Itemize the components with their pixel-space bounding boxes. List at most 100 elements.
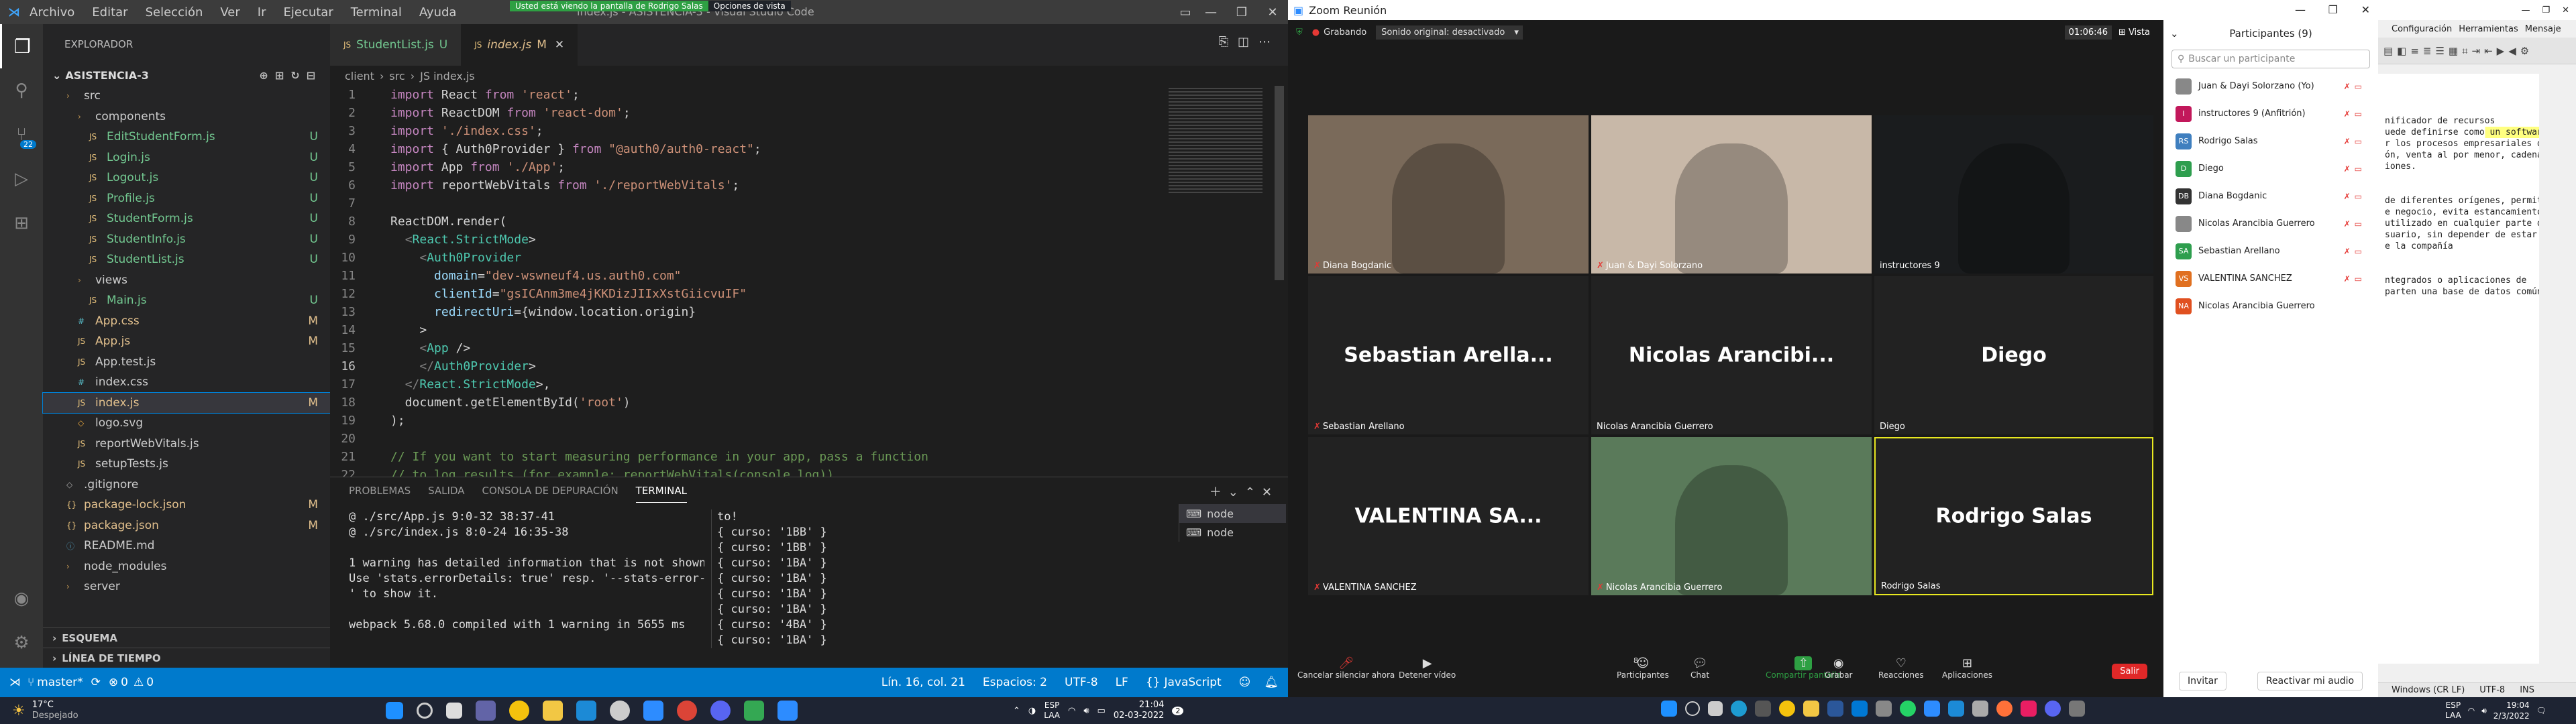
vscode-taskbar-icon[interactable] (576, 701, 596, 721)
explorer-icon[interactable] (1803, 701, 1819, 717)
app-icon[interactable] (2069, 701, 2085, 717)
chrome-icon[interactable] (677, 701, 697, 721)
status-language[interactable]: JavaScript (1164, 676, 1221, 689)
status-branch[interactable]: master* (37, 676, 83, 689)
tray-chevron-icon[interactable]: ⌃ (1013, 706, 1020, 716)
video-tile[interactable]: instructores 9 (1874, 115, 2153, 274)
code-view[interactable]: 1 import React from 'react'; 2 import React… (330, 86, 1169, 477)
app-icon[interactable] (610, 701, 630, 721)
menu-3[interactable]: Ver (220, 5, 239, 19)
control-mute[interactable]: 🎤︎ Cancelar silenciar ahora (1297, 656, 1395, 680)
video-tile[interactable]: Rodrigo Salas Rodrigo Salas (1874, 437, 2153, 595)
task-view-icon[interactable] (1708, 701, 1723, 716)
task-view-icon[interactable] (446, 703, 462, 719)
menu-1[interactable]: Editar (92, 5, 127, 19)
wifi-icon[interactable]: ◠ (2468, 706, 2475, 715)
shield-icon[interactable]: ⛨ (1296, 27, 1303, 38)
doc-menu-item[interactable]: Herramientas (2459, 24, 2518, 34)
tray-app-icon[interactable]: ◑ (1028, 706, 1036, 716)
sync-icon[interactable]: ⟳ (91, 676, 101, 689)
teams-icon[interactable] (476, 701, 496, 721)
tree-item[interactable]: JS index.js M (42, 391, 331, 414)
tree-item[interactable]: # index.css (43, 372, 330, 393)
panel-tab[interactable]: CONSOLA DE DEPURACIÓN (482, 479, 619, 502)
video-off-icon[interactable]: ▭ (2355, 274, 2366, 284)
discord-icon[interactable] (710, 701, 731, 721)
video-tile[interactable]: ✗ Diana Bogdanic (1308, 115, 1589, 274)
video-tile[interactable]: Diego Diego (1874, 276, 2153, 434)
notification-icon[interactable]: 2 (1172, 706, 1184, 715)
tree-item[interactable]: JS Login.js U (43, 147, 330, 168)
menu-2[interactable]: Selección (146, 5, 203, 19)
store-icon[interactable] (1755, 701, 1771, 717)
lang-right-2[interactable]: LAA (2445, 711, 2461, 721)
view-button[interactable]: Vista (2129, 27, 2150, 38)
clock-time-left[interactable]: 21:04 (1114, 700, 1164, 711)
search-icon[interactable] (1685, 701, 1700, 716)
minimize-button[interactable]: — (1195, 5, 1226, 19)
control-video[interactable]: ▶︎ Detener vídeo (1399, 656, 1456, 680)
format-toolbar-icon[interactable]: ▤◧≡≣☰▦⌗⇥⇤▶◀⚙ (2383, 45, 2533, 57)
speaker-icon[interactable]: 🔊︎ (2481, 706, 2487, 716)
panel-actions-icon[interactable]: ＋⌄⌃✕ (1210, 483, 1279, 500)
muted-mic-icon[interactable]: ✗ (2344, 192, 2355, 201)
menu-7[interactable]: Ayuda (419, 5, 457, 19)
lang-left-2[interactable]: LAA (1044, 711, 1060, 721)
video-tile[interactable]: ✗ Juan & Dayi Solorzano (1591, 115, 1872, 274)
control-participants[interactable]: ☺ Participantes (1617, 656, 1669, 680)
edge-icon[interactable] (1731, 701, 1747, 717)
status-eol[interactable]: LF (1116, 676, 1128, 689)
tree-item[interactable]: ⓘ README.md (43, 536, 330, 556)
participant-row[interactable]: VS VALENTINA SANCHEZ ✗▭ (2163, 265, 2378, 292)
status-spaces[interactable]: Espacios: 2 (983, 676, 1047, 689)
tree-item[interactable]: ◇ logo.svg (43, 413, 330, 434)
run-debug-icon[interactable]: ▷ (0, 157, 43, 201)
zoom-minimize-button[interactable]: — (2295, 3, 2306, 16)
status-errors[interactable]: 0 (121, 676, 128, 689)
app-icon[interactable] (2021, 701, 2037, 717)
doc-minimize-button[interactable]: — (2521, 5, 2530, 15)
doc-restore-button[interactable]: ❐ (2542, 5, 2550, 15)
chevron-down-icon[interactable]: ▾ (1510, 25, 1523, 40)
view-grid-icon[interactable]: ⊞ (2118, 27, 2126, 38)
clock-date-left[interactable]: 02-03-2022 (1114, 711, 1165, 721)
menu-6[interactable]: Terminal (351, 5, 402, 19)
restore-button[interactable]: ❐ (1226, 5, 1257, 19)
editor-tab[interactable]: JS StudentList.js U (330, 24, 462, 66)
tree-item[interactable]: › views (43, 270, 330, 291)
weather-temp[interactable]: 17°C (32, 700, 78, 711)
tree-item[interactable]: ◇ .gitignore (43, 475, 330, 495)
terminal-right[interactable]: to! { curso: '1BB' } { curso: '1BB' } { cur… (711, 509, 912, 648)
tree-item[interactable]: › server (43, 577, 330, 597)
participant-row[interactable]: Nicolas Arancibia Guerrero ✗▭ (2163, 210, 2378, 237)
doc-page[interactable]: nificador de recursos uede definirse como… (2378, 74, 2539, 664)
editor-actions-icon[interactable]: ⎘◫⋯ (1219, 35, 1280, 49)
tree-item[interactable]: JS EditStudentForm.js U (43, 127, 330, 147)
video-off-icon[interactable]: ▭ (2355, 82, 2366, 91)
tree-item[interactable]: JS Logout.js U (43, 168, 330, 188)
battery-icon[interactable]: ▭ (1097, 706, 1106, 716)
participant-row[interactable]: Iinstructores 9 (Anfitrión) ✗▭ (2163, 100, 2378, 127)
zoom-restore-button[interactable]: ❐ (2328, 3, 2338, 16)
status-encoding[interactable]: UTF-8 (1065, 676, 1098, 689)
participant-row[interactable]: D Diego ✗▭ (2163, 155, 2378, 182)
project-name[interactable]: ASISTENCIA-3 (65, 69, 148, 82)
muted-mic-icon[interactable]: ✗ (2344, 219, 2355, 229)
menu-0[interactable]: Archivo (30, 5, 74, 19)
zoom-close-button[interactable]: ✕ (2361, 3, 2370, 16)
muted-mic-icon[interactable]: ✗ (2344, 164, 2355, 174)
tree-item[interactable]: JS StudentList.js U (43, 249, 330, 270)
panel-tab[interactable]: PROBLEMAS (349, 479, 411, 502)
settings-gear-icon[interactable]: ⚙ (0, 621, 43, 665)
participant-row[interactable]: Juan & Dayi Solorzano (Yo) ✗▭ (2163, 72, 2378, 100)
participant-row[interactable]: NA Nicolas Arancibia Guerrero (2163, 292, 2378, 320)
mail-icon[interactable] (1851, 701, 1868, 717)
tree-item[interactable]: › src (43, 86, 330, 107)
terminal-instance[interactable]: ⌨ node (1179, 504, 1286, 523)
menu-5[interactable]: Ejecutar (284, 5, 333, 19)
video-tile[interactable]: Sebastian Arella... ✗ Sebastian Arellano (1308, 276, 1589, 434)
participant-row[interactable]: RS Rodrigo Salas ✗▭ (2163, 127, 2378, 155)
control-apps[interactable]: ⊞ Aplicaciones (1942, 656, 1992, 680)
participant-search[interactable]: ⚲ Buscar un participante (2171, 50, 2370, 68)
tree-item[interactable]: {} package-lock.json M (43, 495, 330, 516)
